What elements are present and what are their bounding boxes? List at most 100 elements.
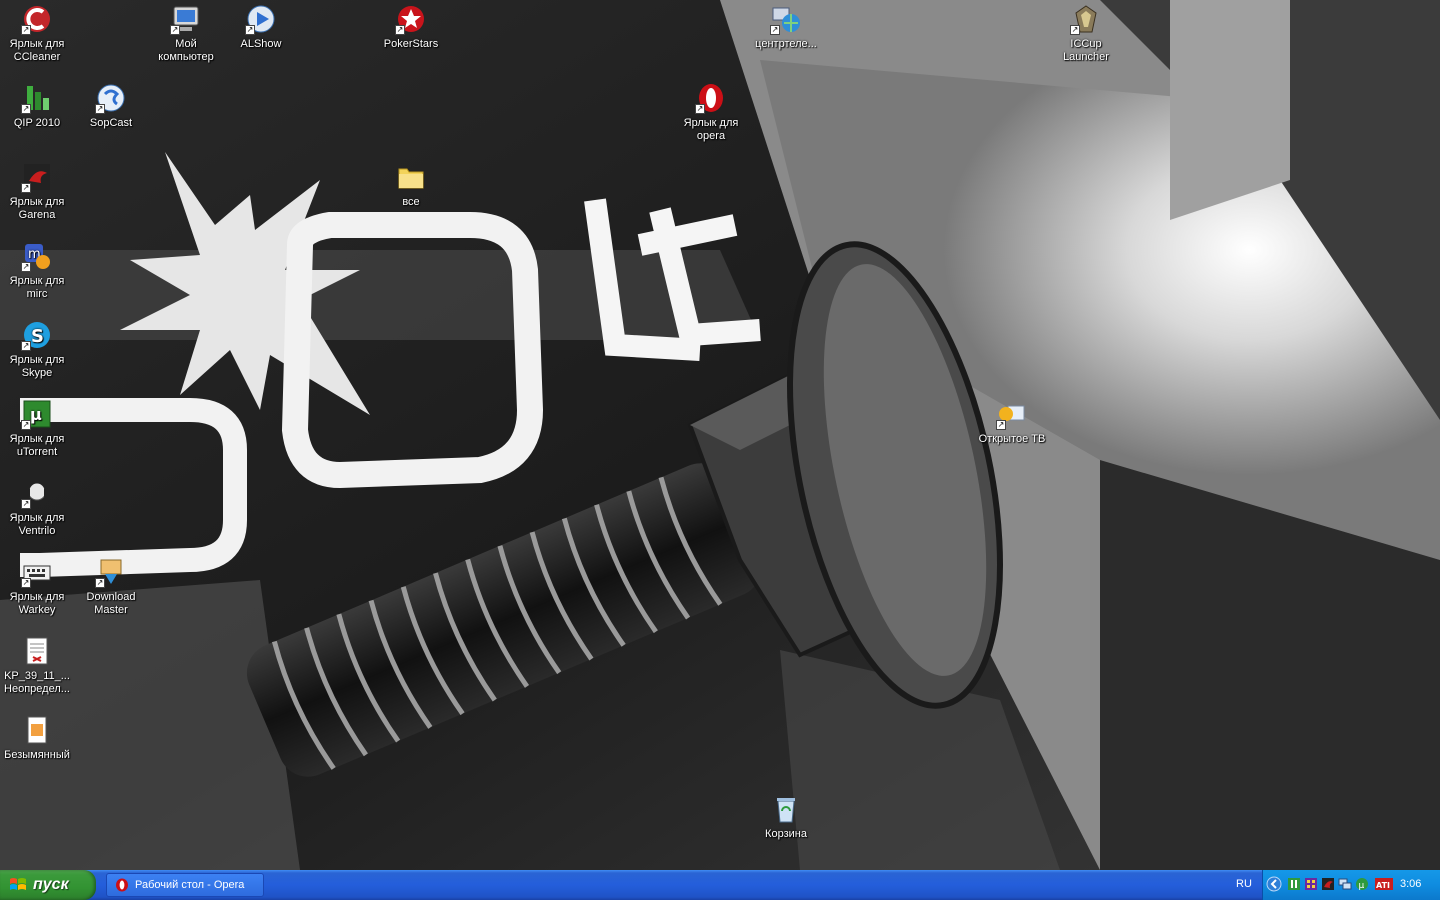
image-file-icon xyxy=(21,714,53,746)
download-master-icon: ↗ xyxy=(95,556,127,588)
shortcut-arrow-icon: ↗ xyxy=(21,25,31,35)
start-button[interactable]: пуск xyxy=(0,870,96,900)
centrtele-shortcut[interactable]: ↗ центртеле... xyxy=(749,3,823,51)
language-indicator[interactable]: RU xyxy=(1236,878,1252,890)
shortcut-arrow-icon: ↗ xyxy=(21,578,31,588)
ccleaner-icon: ↗ xyxy=(21,3,53,35)
taskbar-button-opera[interactable]: Рабочий стол - Opera xyxy=(106,873,264,897)
download-master-shortcut[interactable]: ↗ Download Master xyxy=(74,556,148,617)
garena-icon: ↗ xyxy=(21,161,53,193)
icon-label: все xyxy=(402,196,420,208)
qip-tray-icon[interactable] xyxy=(1287,877,1301,891)
mirc-shortcut[interactable]: m ↗ Ярлык для mirc xyxy=(0,240,74,301)
icon-label: Ярлык для Warkey xyxy=(9,591,65,616)
ati-tray-icon[interactable]: ATI xyxy=(1375,877,1393,891)
clock[interactable]: 3:06 xyxy=(1400,878,1421,890)
icon-label: ICCup Launcher xyxy=(1063,38,1109,63)
icon-label: Ярлык для Skype xyxy=(9,354,65,379)
alshow-shortcut[interactable]: ↗ ALShow xyxy=(224,3,298,51)
my-computer-icon: ↗ xyxy=(170,3,202,35)
taskbar: пуск Рабочий стол - Opera RU µ ATI 3:06 xyxy=(0,870,1440,900)
warkey-shortcut[interactable]: ↗ Ярлык для Warkey xyxy=(0,556,74,617)
qip-shortcut[interactable]: ↗ QIP 2010 xyxy=(0,82,74,130)
recycle-bin[interactable]: Корзина xyxy=(749,793,823,841)
alshow-icon: ↗ xyxy=(245,3,277,35)
opera-icon: ↗ xyxy=(695,82,727,114)
icon-label: Мой компьютер xyxy=(158,38,214,63)
windows-flag-icon xyxy=(10,878,26,890)
skype-shortcut[interactable]: S ↗ Ярлык для Skype xyxy=(0,319,74,380)
otkrytoe-tv-shortcut[interactable]: ↗ Открытое ТВ xyxy=(975,398,1049,446)
garena-tray-icon[interactable] xyxy=(1321,877,1335,891)
opera-icon xyxy=(116,878,128,892)
icon-label: Ярлык для Garena xyxy=(9,196,65,221)
icon-label: Корзина xyxy=(765,828,807,840)
ventrilo-shortcut[interactable]: ↗ Ярлык для Ventrilo xyxy=(0,477,74,538)
utorrent-tray-icon[interactable]: µ xyxy=(1355,877,1369,891)
ccleaner-shortcut[interactable]: ↗ Ярлык для CCleaner xyxy=(0,3,74,64)
ventrilo-headset-icon: ↗ xyxy=(21,477,53,509)
garena-shortcut[interactable]: ↗ Ярлык для Garena xyxy=(0,161,74,222)
icon-label: Ярлык для CCleaner xyxy=(9,38,65,63)
icon-label: Ярлык для uTorrent xyxy=(9,433,65,458)
sopcast-shortcut[interactable]: ↗ SopCast xyxy=(74,82,148,130)
svg-text:ATI: ATI xyxy=(1376,881,1390,890)
icon-label: KP_39_11_... Неопредел... xyxy=(4,670,70,695)
network-tray-icon[interactable] xyxy=(1304,877,1318,891)
shortcut-arrow-icon: ↗ xyxy=(996,420,1006,430)
sopcast-icon: ↗ xyxy=(95,82,127,114)
shortcut-arrow-icon: ↗ xyxy=(95,104,105,114)
network-globe-icon: ↗ xyxy=(770,3,802,35)
shortcut-arrow-icon: ↗ xyxy=(21,420,31,430)
keyboard-icon: ↗ xyxy=(21,556,53,588)
pokerstars-shortcut[interactable]: ↗ PokerStars xyxy=(374,3,448,51)
iccup-icon: ↗ xyxy=(1070,3,1102,35)
shortcut-arrow-icon: ↗ xyxy=(770,25,780,35)
tv-icon: ↗ xyxy=(996,398,1028,430)
icon-label: Ярлык для mirc xyxy=(9,275,65,300)
iccup-launcher-shortcut[interactable]: ↗ ICCup Launcher xyxy=(1049,3,1123,64)
shortcut-arrow-icon: ↗ xyxy=(395,25,405,35)
svg-text:µ: µ xyxy=(30,405,42,424)
shortcut-arrow-icon: ↗ xyxy=(170,25,180,35)
icon-label: центртеле... xyxy=(755,38,817,50)
svg-text:S: S xyxy=(31,326,44,347)
shortcut-arrow-icon: ↗ xyxy=(95,578,105,588)
shortcut-arrow-icon: ↗ xyxy=(21,262,31,272)
icon-label: Ярлык для Ventrilo xyxy=(9,512,65,537)
connection-tray-icon[interactable] xyxy=(1338,877,1352,891)
shortcut-arrow-icon: ↗ xyxy=(245,25,255,35)
shortcut-arrow-icon: ↗ xyxy=(21,499,31,509)
utorrent-icon: µ ↗ xyxy=(21,398,53,430)
recycle-bin-icon xyxy=(770,793,802,825)
taskbar-button-label: Рабочий стол - Opera xyxy=(135,879,245,891)
icon-label: Открытое ТВ xyxy=(978,433,1046,445)
start-label: пуск xyxy=(33,876,69,893)
icon-label: PokerStars xyxy=(383,38,439,50)
icon-label: Безымянный xyxy=(4,749,70,761)
bezymyannyj-file[interactable]: Безымянный xyxy=(0,714,74,762)
icon-label: Ярлык для opera xyxy=(683,117,739,142)
my-computer[interactable]: ↗ Мой компьютер xyxy=(149,3,223,64)
icon-label: ALShow xyxy=(240,38,282,50)
icon-label: QIP 2010 xyxy=(13,117,61,129)
folder-icon xyxy=(395,161,427,193)
icon-label: SopCast xyxy=(89,117,133,129)
shortcut-arrow-icon: ↗ xyxy=(1070,25,1080,35)
svg-text:µ: µ xyxy=(1359,881,1365,891)
mirc-icon: m ↗ xyxy=(21,240,53,272)
pokerstars-icon: ↗ xyxy=(395,3,427,35)
kp-document[interactable]: KP_39_11_... Неопредел... xyxy=(0,635,74,696)
shortcut-arrow-icon: ↗ xyxy=(695,104,705,114)
show-hidden-icons-chevron-icon[interactable] xyxy=(1266,876,1282,892)
utorrent-shortcut[interactable]: µ ↗ Ярлык для uTorrent xyxy=(0,398,74,459)
shortcut-arrow-icon: ↗ xyxy=(21,341,31,351)
shortcut-arrow-icon: ↗ xyxy=(21,183,31,193)
qip-icon: ↗ xyxy=(21,82,53,114)
icon-label: Download Master xyxy=(86,591,136,616)
shortcut-arrow-icon: ↗ xyxy=(21,104,31,114)
opera-shortcut[interactable]: ↗ Ярлык для opera xyxy=(674,82,748,143)
vse-folder[interactable]: все xyxy=(374,161,448,209)
unknown-file-icon xyxy=(21,635,53,667)
skype-icon: S ↗ xyxy=(21,319,53,351)
